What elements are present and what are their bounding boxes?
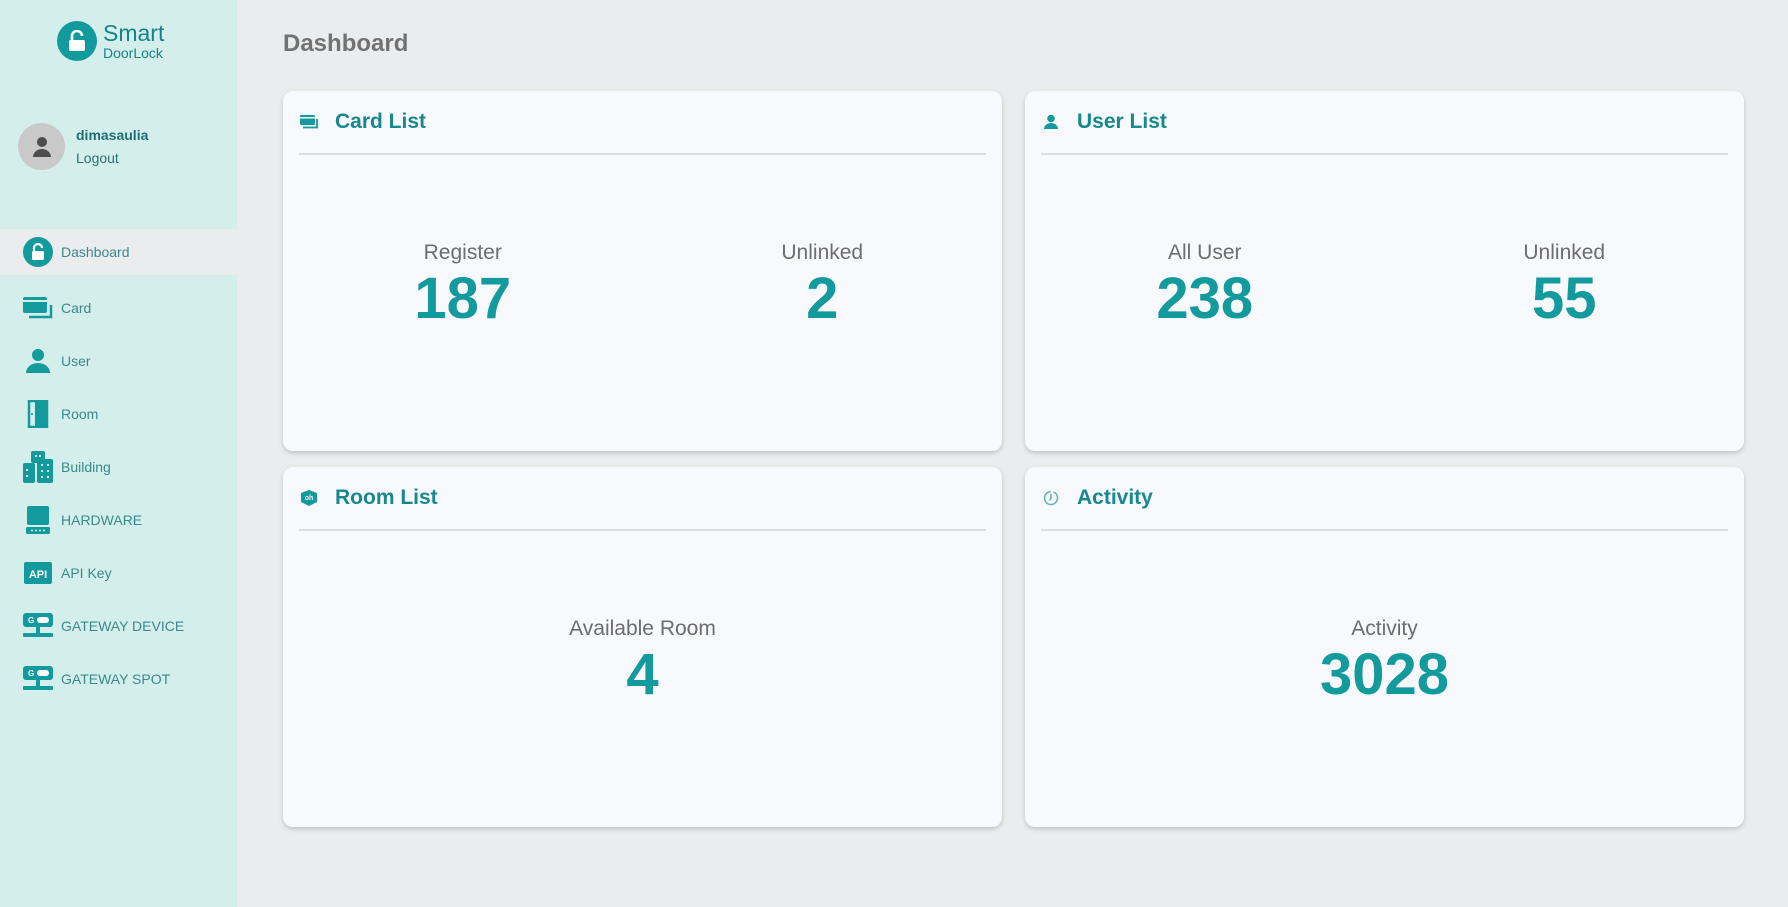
sidebar-item-label: Card: [61, 299, 92, 316]
cards-icon: [299, 112, 319, 132]
sidebar-item-label: Dashboard: [61, 244, 130, 260]
unlock-circle-icon: [22, 237, 53, 268]
stat-available-room: Available Room 4: [283, 617, 1002, 706]
card-list-panel: Card List Register 187 Unlinked 2: [283, 91, 1002, 451]
sidebar-item-label: GATEWAY SPOT: [61, 670, 171, 687]
stat-value: 3028: [1319, 642, 1450, 707]
activity-panel: Activity Activity 3028: [1025, 467, 1744, 827]
card-title: Room List: [335, 486, 438, 509]
user-icon: [1041, 112, 1061, 132]
sidebar-item-gateway-spot[interactable]: G GATEWAY SPOT: [0, 652, 237, 705]
logout-link[interactable]: Logout: [76, 150, 148, 166]
building-icon: [22, 450, 53, 483]
stat-label: Unlinked: [1523, 241, 1606, 264]
clock-icon: [1041, 488, 1061, 508]
hardware-icon: [22, 504, 53, 535]
stat-value: 187: [414, 266, 512, 331]
unlock-icon: [57, 21, 97, 61]
sidebar-nav: Dashboard Card User Room Building HARDWA…: [0, 229, 237, 705]
sidebar-item-label: GATEWAY DEVICE: [61, 617, 185, 634]
room-list-panel: oh Room List Available Room 4: [283, 467, 1002, 827]
sidebar: Smart DoorLock dimasaulia Logout Dashboa…: [0, 0, 237, 907]
sidebar-item-label: API Key: [61, 564, 112, 581]
username: dimasaulia: [76, 127, 149, 143]
stat-value: 2: [806, 266, 839, 331]
cards-icon: [22, 292, 53, 323]
avatar: [18, 123, 65, 170]
card-title: User List: [1077, 110, 1167, 133]
sidebar-item-api-key[interactable]: API API Key: [0, 546, 237, 599]
sidebar-item-card[interactable]: Card: [0, 281, 237, 334]
stat-value: 238: [1156, 266, 1254, 331]
user-icon: [22, 345, 53, 376]
gateway-icon: G: [22, 610, 53, 641]
user-profile: dimasaulia Logout: [18, 123, 148, 170]
svg-text:oh: oh: [305, 495, 314, 502]
sidebar-item-building[interactable]: Building: [0, 440, 237, 493]
sidebar-item-label: Room: [61, 405, 99, 422]
api-icon: API: [22, 557, 53, 588]
svg-text:G: G: [28, 616, 34, 625]
svg-text:API: API: [28, 569, 46, 581]
card-title: Card List: [335, 110, 427, 133]
brand-subname: DoorLock: [103, 45, 163, 61]
stat-register: Register 187: [283, 241, 643, 330]
stat-unlinked: Unlinked 55: [1385, 241, 1745, 330]
sidebar-item-user[interactable]: User: [0, 334, 237, 387]
sidebar-item-hardware[interactable]: HARDWARE: [0, 493, 237, 546]
svg-text:G: G: [28, 669, 34, 678]
stat-label: Register: [423, 241, 502, 264]
brand-logo[interactable]: Smart DoorLock: [57, 21, 164, 61]
user-list-panel: User List All User 238 Unlinked 55: [1025, 91, 1744, 451]
page-title: Dashboard: [283, 30, 409, 57]
stat-value: 55: [1531, 266, 1597, 331]
stat-activity: Activity 3028: [1025, 617, 1744, 706]
gateway-icon: G: [22, 663, 53, 694]
stat-all-user: All User 238: [1025, 241, 1385, 330]
brand-name: Smart: [103, 20, 165, 46]
sidebar-item-label: User: [61, 352, 91, 369]
sidebar-item-label: HARDWARE: [61, 511, 143, 528]
user-icon: [32, 136, 51, 157]
card-title: Activity: [1077, 486, 1153, 509]
stat-label: Unlinked: [781, 241, 864, 264]
stat-unlinked: Unlinked 2: [643, 241, 1003, 330]
stat-label: Available Room: [569, 617, 716, 640]
room-icon: oh: [299, 488, 319, 508]
sidebar-item-gateway-device[interactable]: G GATEWAY DEVICE: [0, 599, 237, 652]
stat-label: Activity: [1351, 617, 1418, 640]
door-icon: [22, 398, 53, 429]
sidebar-item-dashboard[interactable]: Dashboard: [0, 229, 237, 275]
stat-value: 4: [626, 642, 659, 707]
sidebar-item-label: Building: [61, 458, 111, 475]
stat-label: All User: [1167, 241, 1242, 264]
sidebar-item-room[interactable]: Room: [0, 387, 237, 440]
